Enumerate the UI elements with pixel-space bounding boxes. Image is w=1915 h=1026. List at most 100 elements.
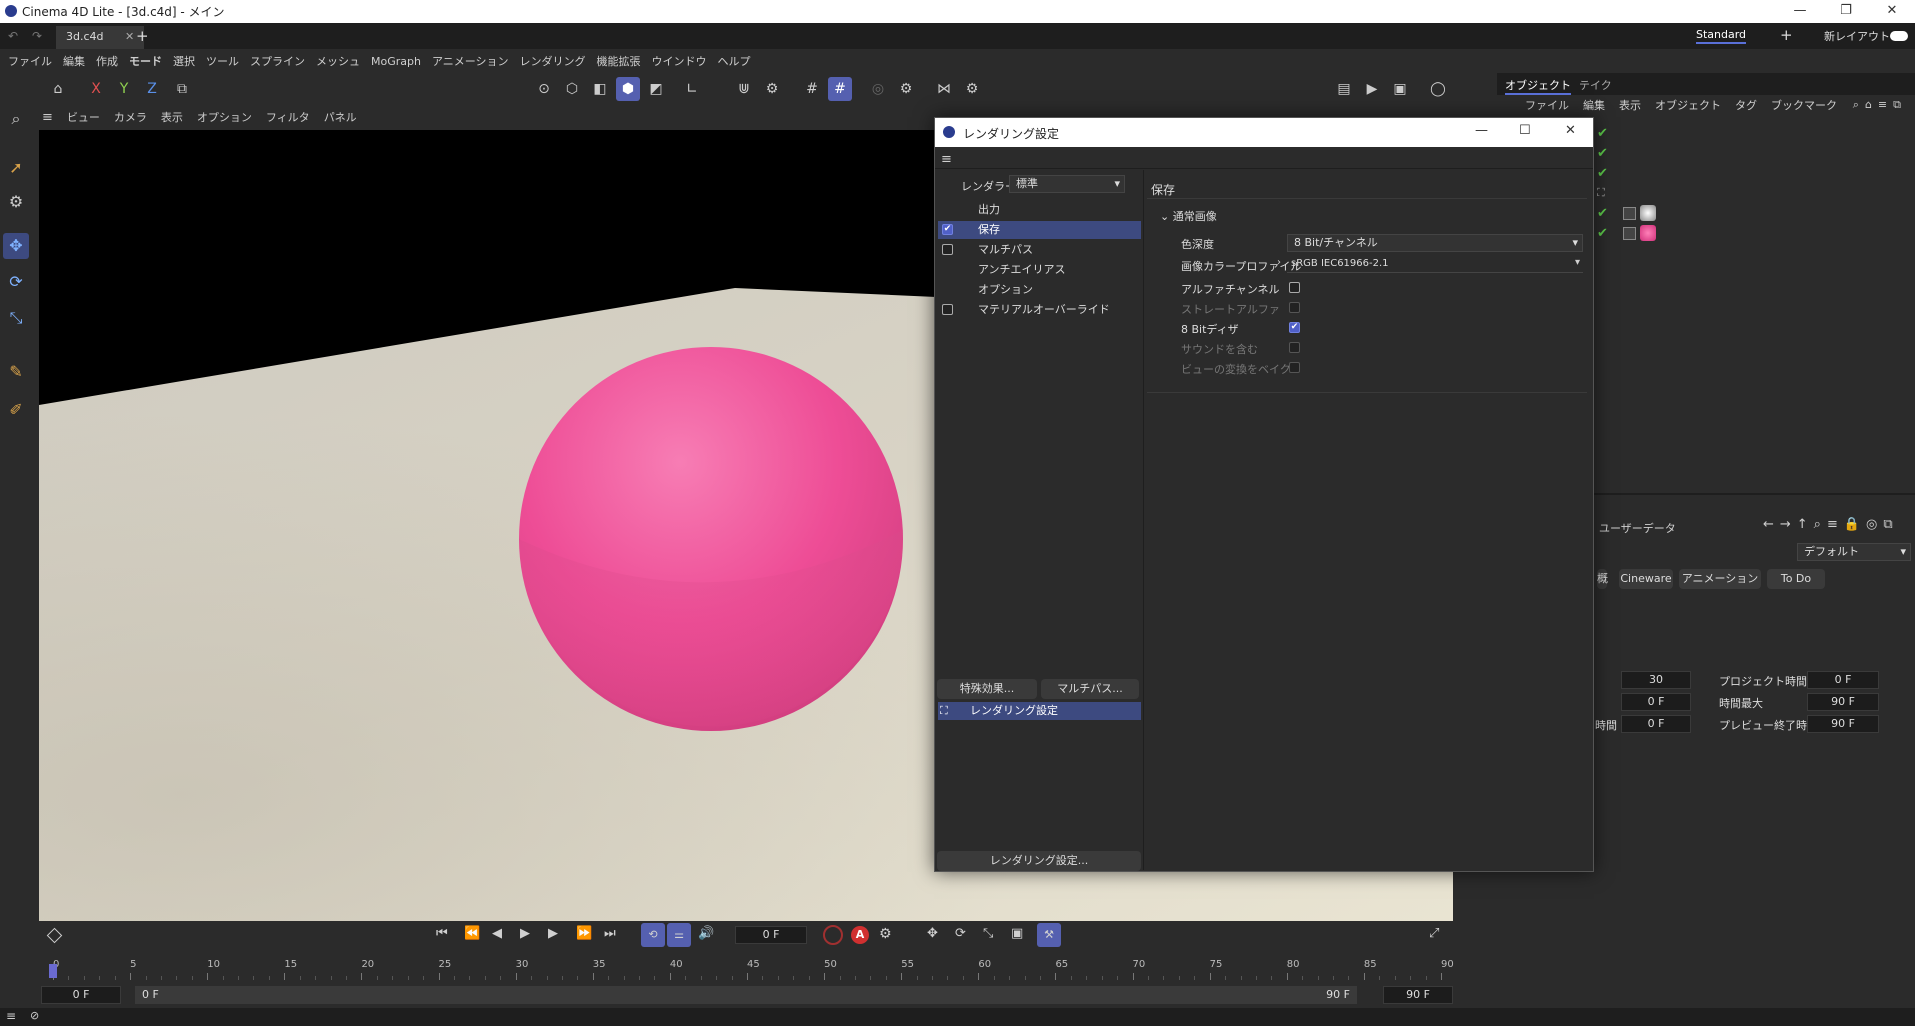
scale-tool-icon[interactable]: ⤡ — [3, 305, 29, 331]
min-time-field[interactable]: 0 F — [1621, 693, 1691, 711]
straight-alpha-checkbox[interactable] — [1289, 302, 1300, 313]
profile-dropdown-icon[interactable]: ▾ — [1575, 257, 1580, 268]
move-tool-icon[interactable]: ✥ — [3, 233, 29, 259]
max-time-field[interactable]: 90 F — [1807, 693, 1879, 711]
next-key-icon[interactable]: ⏩ — [576, 926, 592, 941]
menu-select[interactable]: 選択 — [173, 53, 195, 69]
model-mode-icon[interactable]: ⬢ — [616, 77, 640, 101]
attribute-nav-icons[interactable]: ←→↑⌕≡🔒◎⧉ — [1763, 517, 1899, 532]
tab-animation[interactable]: アニメーション — [1679, 569, 1761, 589]
profile-expand-icon[interactable]: › — [1277, 257, 1281, 268]
menu-edit[interactable]: 編集 — [63, 53, 85, 69]
add-layout-button[interactable]: + — [1780, 26, 1793, 44]
view-menu-options[interactable]: オプション — [197, 109, 252, 125]
close-window-button[interactable]: ✕ — [1869, 0, 1915, 23]
category-checkbox[interactable] — [942, 304, 953, 315]
profile-value[interactable]: sRGB IEC61966-2.1 — [1291, 258, 1389, 269]
record-icon[interactable] — [823, 925, 843, 945]
redo-icon[interactable]: ↷ — [32, 29, 42, 43]
go-to-start-icon[interactable]: ⏮ — [436, 926, 448, 941]
view-menu-view[interactable]: ビュー — [67, 109, 100, 125]
undo-stack-icon[interactable]: ⌂ — [46, 77, 70, 101]
material-tag-pink-icon[interactable] — [1640, 225, 1656, 241]
coordinate-system-icon[interactable]: ⧉ — [170, 77, 194, 101]
key-settings-icon[interactable]: ⚙ — [879, 926, 892, 942]
polygons-mode-icon[interactable]: ◧ — [588, 77, 612, 101]
om-menu-bookmarks[interactable]: ブックマーク — [1771, 97, 1837, 113]
keyframe-icon[interactable] — [46, 927, 63, 944]
tab-todo[interactable]: To Do — [1767, 569, 1825, 589]
tool-settings-icon[interactable]: ⚙ — [3, 189, 29, 215]
render-category-item[interactable]: ✔ 保存 — [938, 221, 1141, 239]
spline-sketch-icon[interactable]: ✐ — [3, 397, 29, 423]
tab-close-icon[interactable]: ✕ — [125, 30, 134, 43]
rotate-tool-icon[interactable]: ⟳ — [3, 269, 29, 295]
render-settings-button[interactable]: レンダリング設定... — [937, 851, 1141, 871]
render-category-item[interactable]: アンチエイリアス — [938, 261, 1141, 279]
phong-tag-icon[interactable] — [1623, 207, 1636, 220]
solo-icon[interactable]: ◎ — [866, 77, 890, 101]
play-icon[interactable]: ▶ — [520, 926, 530, 941]
menu-window[interactable]: ウインドウ — [652, 53, 707, 69]
tab-takes[interactable]: テイク — [1579, 77, 1612, 93]
menu-file[interactable]: ファイル — [8, 53, 52, 69]
timeline-range-bar[interactable]: 0 F 90 F — [135, 986, 1357, 1004]
tab-basic[interactable]: 概 — [1597, 569, 1608, 589]
playback-rate-icon[interactable]: ⚌ — [667, 923, 691, 947]
select-tool-icon[interactable]: ➚ — [3, 155, 29, 181]
project-time-field[interactable]: 0 F — [1807, 671, 1879, 689]
new-layout-toggle[interactable] — [1890, 31, 1908, 41]
group-toggle[interactable]: ⌄ 通常画像 — [1160, 208, 1217, 224]
multipass-button[interactable]: マルチパス... — [1041, 679, 1139, 699]
category-checkbox[interactable] — [942, 244, 953, 255]
prev-frame-icon[interactable]: ◀ — [492, 926, 502, 941]
om-menu-tags[interactable]: タグ — [1735, 97, 1757, 113]
om-menu-object[interactable]: オブジェクト — [1655, 97, 1721, 113]
object-visible-check-1[interactable]: ✔ — [1597, 126, 1608, 141]
status-menu-icon[interactable]: ≡ — [6, 1009, 16, 1023]
menu-create[interactable]: 作成 — [96, 53, 118, 69]
menu-extensions[interactable]: 機能拡張 — [597, 53, 641, 69]
render-category-item[interactable]: マテリアルオーバーライド — [938, 301, 1141, 319]
menu-animation[interactable]: アニメーション — [432, 53, 509, 69]
object-visible-check-3[interactable]: ✔ — [1597, 166, 1608, 181]
dither-checkbox[interactable]: ✔ — [1289, 322, 1300, 333]
sound-checkbox[interactable] — [1289, 342, 1300, 353]
axis-mode-icon[interactable]: ∟ — [680, 77, 704, 101]
menu-mode[interactable]: モード — [129, 53, 162, 69]
dialog-maximize-button[interactable]: ☐ — [1519, 123, 1531, 138]
render-category-item[interactable]: マルチパス — [938, 241, 1141, 259]
key-pla-icon[interactable]: ⚒ — [1037, 923, 1061, 947]
render-picture-viewer-icon[interactable]: ▶ — [1360, 77, 1384, 101]
snap-settings-icon[interactable]: ⚙ — [760, 77, 784, 101]
render-preset-row[interactable]: ⛶ レンダリング設定 — [938, 702, 1141, 720]
key-rotation-icon[interactable]: ⟳ — [955, 926, 966, 941]
render-view-icon[interactable]: ▤ — [1332, 77, 1356, 101]
key-param-icon[interactable]: ▣ — [1011, 926, 1023, 941]
phong-tag-icon-2[interactable] — [1623, 227, 1636, 240]
menu-help[interactable]: ヘルプ — [718, 53, 751, 69]
loop-icon[interactable]: ⟲ — [641, 923, 665, 947]
new-tab-button[interactable]: + — [136, 27, 149, 45]
menu-render[interactable]: レンダリング — [520, 53, 586, 69]
autokey-icon[interactable]: A — [851, 926, 869, 944]
go-to-end-icon[interactable]: ⏭ — [604, 926, 616, 941]
view-menu-display[interactable]: 表示 — [161, 109, 183, 125]
menu-mograph[interactable]: MoGraph — [371, 55, 421, 68]
om-toolbar-icons[interactable]: ⌕⌂≡⧉ — [1853, 98, 1907, 112]
view-menu-filter[interactable]: フィルタ — [266, 109, 310, 125]
edges-mode-icon[interactable]: ⬡ — [560, 77, 584, 101]
symmetry-settings-icon[interactable]: ⚙ — [960, 77, 984, 101]
menu-mesh[interactable]: メッシュ — [316, 53, 360, 69]
undo-icon[interactable]: ↶ — [8, 29, 18, 43]
fcurve-icon[interactable]: ⤢ — [1429, 926, 1439, 941]
dialog-close-button[interactable]: ✕ — [1565, 123, 1576, 138]
preview-end-field[interactable]: 90 F — [1807, 715, 1879, 733]
render-category-item[interactable]: オプション — [938, 281, 1141, 299]
next-frame-icon[interactable]: ▶ — [548, 926, 558, 941]
x-axis-lock[interactable]: X — [84, 77, 108, 101]
preview-start-field[interactable]: 0 F — [1621, 715, 1691, 733]
playhead[interactable] — [49, 964, 57, 978]
attribute-mode-dropdown[interactable]: デフォルト ▾ — [1797, 543, 1911, 561]
grid-snap-icon[interactable]: # — [800, 77, 824, 101]
